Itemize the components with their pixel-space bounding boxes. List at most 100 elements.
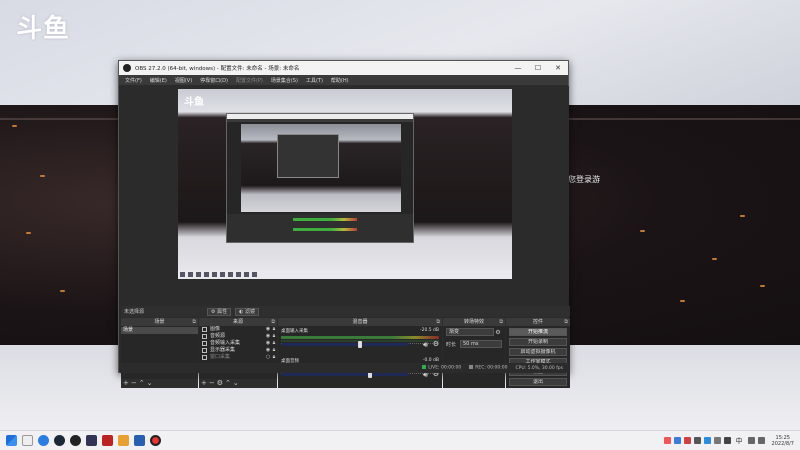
preview-taskbar — [178, 270, 512, 279]
move-up-icon[interactable]: ⌃ — [139, 379, 147, 387]
sources-dock-toolbar: +−⚙⌃⌄ — [199, 379, 277, 388]
scene-item[interactable]: 场景 — [121, 327, 198, 334]
input-method-indicator[interactable]: 中 — [734, 436, 745, 446]
menu-scene-collection[interactable]: 场景集合(S) — [267, 77, 302, 84]
controls-dock-header: 控件 ⧉ — [506, 318, 570, 326]
close-icon[interactable]: ✕ — [548, 64, 568, 72]
source-toolbar: 未选择源 ⚙ 属性 ◐ 滤镜 — [121, 306, 570, 317]
preview-taskbar-icon — [252, 272, 257, 277]
menu-docks[interactable]: 停靠窗口(D) — [196, 77, 232, 84]
app-icon-record[interactable] — [150, 435, 161, 446]
edge-browser-icon[interactable] — [38, 435, 49, 446]
source-item[interactable]: 音频源 ◉ 🔒︎ — [199, 333, 277, 340]
tray-icon[interactable] — [683, 437, 691, 444]
tray-icon[interactable] — [673, 437, 681, 444]
menu-tools[interactable]: 工具(T) — [302, 77, 327, 84]
tray-icon[interactable] — [703, 437, 711, 444]
volume-slider[interactable] — [281, 341, 409, 348]
remove-source-icon[interactable]: − — [209, 379, 217, 387]
menu-help[interactable]: 帮助(H) — [327, 77, 353, 84]
dock-float-icon[interactable]: ⧉ — [271, 318, 275, 326]
exit-button[interactable]: 退出 — [509, 378, 567, 386]
source-item[interactable]: 音频输入采集 ◉ 🔒︎ — [199, 340, 277, 347]
transition-select[interactable]: 渐变 — [446, 328, 494, 336]
transition-settings-icon[interactable]: ⚙ — [494, 329, 502, 336]
preview-taskbar-icon — [196, 272, 201, 277]
live-indicator-icon — [422, 365, 427, 370]
filters-label: 滤镜 — [245, 308, 256, 315]
source-item[interactable]: 窗口采集 ○ 🔒︎ — [199, 354, 277, 361]
menu-file[interactable]: 文件(F) — [121, 77, 146, 84]
filters-button[interactable]: ◐ 滤镜 — [235, 307, 260, 316]
live-status: LIVE: 00:00:00 — [422, 365, 461, 371]
move-down-icon[interactable]: ⌄ — [233, 379, 241, 387]
taskbar-clock[interactable]: 15:25 2022/8/7 — [772, 435, 794, 447]
lock-icon[interactable]: 🔒︎ — [271, 340, 277, 347]
channel-settings-icon[interactable]: ⚙ — [433, 340, 439, 348]
network-icon[interactable] — [747, 437, 755, 444]
steam-icon[interactable] — [54, 435, 65, 446]
dock-float-icon[interactable]: ⧉ — [564, 318, 568, 326]
app-icon-blue[interactable] — [134, 435, 145, 446]
preview-area: 斗鱼 未选择源 ⚙ 属性 ◐ 滤镜 场景 ⧉ 场景 +−⌃⌄ 来源 ⧉ 图像 ◉… — [120, 86, 570, 388]
source-label: 图像 — [210, 326, 221, 332]
windows-start-icon[interactable] — [6, 435, 17, 446]
source-settings-icon[interactable]: ⚙ — [217, 379, 225, 387]
source-label: 音频输入采集 — [210, 340, 241, 346]
source-item[interactable]: 图像 ◉ 🔒︎ — [199, 326, 277, 333]
dock-float-icon[interactable]: ⧉ — [436, 318, 440, 326]
duration-input[interactable]: 50 ms — [460, 340, 502, 348]
nested-meter — [293, 218, 357, 221]
lock-icon[interactable]: 🔒︎ — [271, 333, 277, 340]
minimize-icon[interactable]: — — [508, 64, 528, 72]
duration-row: 时长 50 ms — [443, 338, 505, 350]
maximize-icon[interactable]: ☐ — [528, 64, 548, 72]
lock-icon[interactable]: 🔒︎ — [271, 326, 277, 333]
system-tray: 中 15:25 2022/8/7 — [663, 435, 800, 447]
ember-decoration — [12, 125, 17, 127]
tray-icon[interactable] — [663, 437, 671, 444]
audio-mixer-dock: 混音器⧉ 桌面输入采集-20.5 dB 🔊︎ ⚙ 桌面音频-0.0 dB — [278, 318, 442, 388]
speaker-icon[interactable]: 🔊︎ — [423, 340, 428, 350]
move-down-icon[interactable]: ⌄ — [147, 379, 155, 387]
remove-scene-icon[interactable]: − — [131, 379, 139, 387]
dock-float-icon[interactable]: ⧉ — [192, 318, 196, 326]
login-prompt-text: 您登录游 — [568, 175, 600, 184]
ember-decoration — [760, 285, 765, 287]
start-streaming-button[interactable]: 开始推流 — [509, 328, 567, 336]
move-up-icon[interactable]: ⌃ — [225, 379, 233, 387]
start-virtual-camera-button[interactable]: 启动虚拟摄像机 — [509, 348, 567, 356]
taskbar-apps — [0, 435, 161, 446]
volume-icon[interactable] — [757, 437, 765, 444]
tray-icon[interactable] — [713, 437, 721, 444]
add-source-icon[interactable]: + — [201, 379, 209, 387]
source-label: 窗口采集 — [210, 354, 231, 360]
obs-taskbar-icon[interactable] — [70, 435, 81, 446]
app-icon-red[interactable] — [102, 435, 113, 446]
obs-titlebar[interactable]: OBS 27.2.0 (64-bit, windows) - 配置文件: 未命名… — [119, 61, 568, 75]
dock-float-icon[interactable]: ⧉ — [499, 318, 503, 326]
preview-canvas[interactable]: 斗鱼 — [178, 89, 512, 279]
wifi-icon[interactable] — [723, 437, 731, 444]
menu-bar: 文件(F) 编辑(E) 视图(V) 停靠窗口(D) 配置文件(P) 场景集合(S… — [119, 75, 568, 85]
lock-icon[interactable]: 🔒︎ — [271, 354, 277, 361]
slider-knob[interactable] — [358, 341, 362, 348]
menu-edit[interactable]: 编辑(E) — [146, 77, 171, 84]
source-item[interactable]: 显示器采集 ◉ 🔒︎ — [199, 347, 277, 354]
taskbar-icon[interactable] — [22, 435, 33, 446]
obs-window: OBS 27.2.0 (64-bit, windows) - 配置文件: 未命名… — [118, 60, 570, 388]
volume-slider[interactable] — [281, 371, 409, 378]
lock-icon[interactable]: 🔒︎ — [271, 347, 277, 354]
audio-source-icon — [202, 334, 207, 339]
start-recording-button[interactable]: 开始录制 — [509, 338, 567, 346]
menu-view[interactable]: 视图(V) — [171, 77, 196, 84]
menu-profile[interactable]: 配置文件(P) — [232, 77, 267, 84]
app-icon-orange[interactable] — [118, 435, 129, 446]
preview-taskbar-icon — [204, 272, 209, 277]
unity-icon[interactable] — [86, 435, 97, 446]
add-scene-icon[interactable]: + — [123, 379, 131, 387]
properties-button[interactable]: ⚙ 属性 — [207, 307, 232, 316]
transitions-dock-title: 转场特效 — [463, 319, 484, 325]
ember-decoration — [680, 300, 685, 302]
tray-icon[interactable] — [693, 437, 701, 444]
